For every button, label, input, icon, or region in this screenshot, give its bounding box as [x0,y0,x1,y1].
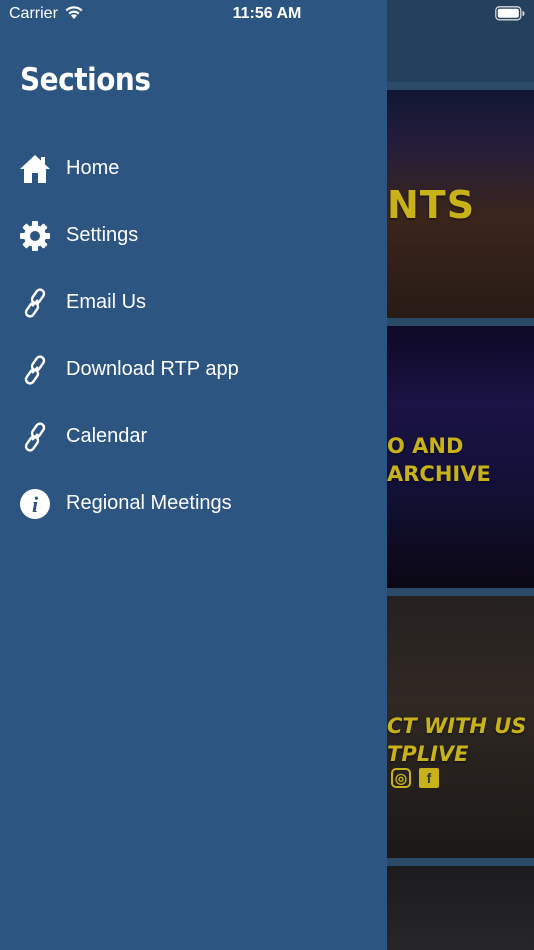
menu-item-email-us[interactable]: Email Us [0,269,387,336]
clock-label: 11:56 AM [232,5,302,22]
home-icon [19,153,51,185]
video-archive-title-line1: O AND [387,434,464,458]
info-icon: i [19,488,51,520]
menu-label-home: Home [66,157,120,179]
connect-title-line1: CT WITH US [387,714,527,738]
photo-card[interactable] [387,866,534,950]
menu-item-home[interactable]: Home [0,135,387,202]
sections-drawer: Sections Home Settings Email Us Download… [0,0,387,950]
background-content: NTS O AND ARCHIVE CT WITH US TPLIVE ◎ f [387,0,534,950]
menu-label-settings: Settings [66,224,139,246]
svg-text:i: i [32,492,39,517]
gear-icon [19,220,51,252]
menu-label-download-rtp-app: Download RTP app [66,358,239,380]
menu-label-regional-meetings: Regional Meetings [66,492,232,514]
menu-item-settings[interactable]: Settings [0,202,387,269]
drawer-title: Sections [20,62,151,98]
instagram-icon[interactable]: ◎ [391,768,411,788]
connect-title-line2: TPLIVE [387,742,469,766]
link-icon [19,421,51,453]
events-card[interactable]: NTS [387,90,534,318]
menu-item-download-rtp-app[interactable]: Download RTP app [0,336,387,403]
menu-item-calendar[interactable]: Calendar [0,403,387,470]
link-icon [19,287,51,319]
sections-menu: Home Settings Email Us Download RTP app … [0,135,387,537]
menu-item-regional-meetings[interactable]: i Regional Meetings [0,470,387,537]
events-card-title: NTS [387,183,476,227]
menu-label-calendar: Calendar [66,425,148,447]
menu-label-email-us: Email Us [66,291,147,313]
status-bar: Carrier 11:56 AM [0,0,534,28]
connect-card[interactable]: CT WITH US TPLIVE ◎ f [387,596,534,858]
facebook-icon[interactable]: f [419,768,439,788]
social-icons: ◎ f [391,768,439,788]
video-archive-card[interactable]: O AND ARCHIVE [387,326,534,588]
video-archive-title-line2: ARCHIVE [387,462,491,486]
battery-icon [495,6,525,21]
link-icon [19,354,51,386]
